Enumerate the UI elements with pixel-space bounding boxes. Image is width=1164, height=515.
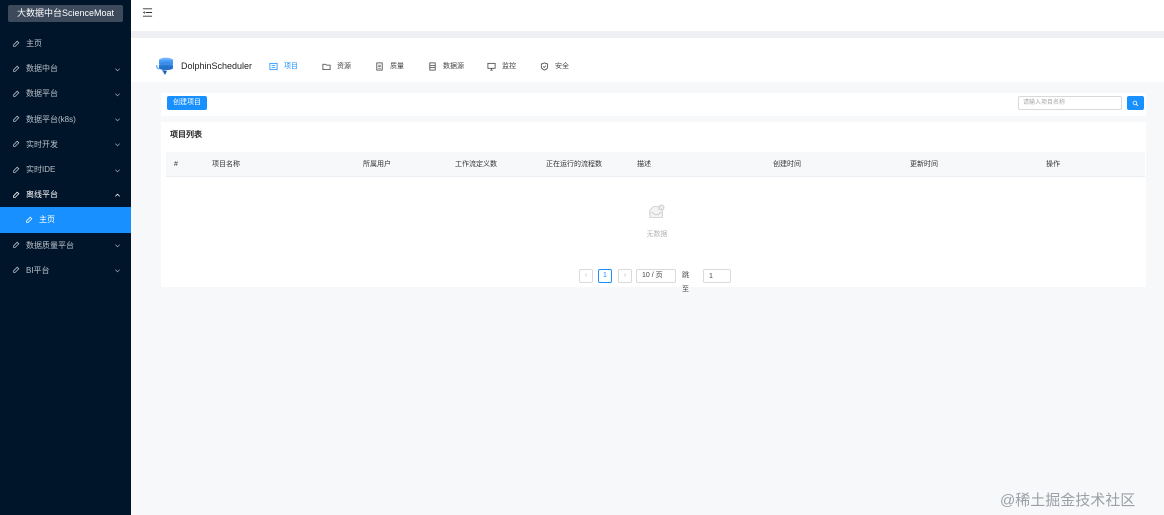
tab-label: 资源 — [337, 63, 351, 70]
link-icon — [12, 191, 20, 199]
chevron-down-icon — [115, 93, 120, 97]
sidebar-item-label: BI平台 — [26, 265, 50, 275]
tab-datasource[interactable]: 数据源 — [428, 60, 464, 72]
folder-icon — [322, 63, 331, 70]
chevron-down-icon — [115, 244, 120, 248]
main-content: DolphinScheduler 项目 资源 质量 数据源 监控 安全 创建项目 — [131, 38, 1164, 515]
link-icon — [12, 90, 20, 98]
chevron-up-icon — [115, 193, 120, 197]
column-header-create-time: 创建时间 — [773, 161, 801, 168]
project-list-panel: 项目列表 # 项目名称 所属用户 工作流定义数 正在运行的流程数 描述 创建时间… — [161, 122, 1146, 293]
chevron-down-icon — [115, 118, 120, 122]
sidebar-item-label: 数据平台 — [26, 89, 58, 99]
link-icon — [12, 65, 20, 73]
column-header-actions: 操作 — [1046, 161, 1060, 168]
sidebar-item-data-middle[interactable]: 数据中台 — [0, 56, 131, 81]
tab-label: 质量 — [390, 63, 404, 70]
link-icon — [25, 216, 33, 224]
top-divider — [131, 31, 1164, 38]
sidebar-item-label: 数据中台 — [26, 64, 58, 74]
brand-title: 大数据中台ScienceMoat — [8, 5, 123, 22]
jump-to-label: 跳至 — [682, 272, 689, 293]
dolphin-title: DolphinScheduler — [181, 61, 253, 71]
link-icon — [12, 140, 20, 148]
empty-data-icon — [649, 204, 665, 218]
chevron-down-icon — [115, 68, 120, 72]
search-icon — [1132, 100, 1139, 106]
sidebar-menu: 主页 数据中台 数据平台 数据平台(k8s) 实时开发 实时IDE 离线平台 主… — [0, 31, 131, 283]
search-button[interactable] — [1127, 96, 1144, 110]
monitor-icon — [487, 62, 496, 70]
tab-label: 监控 — [502, 63, 516, 70]
sidebar-item-label: 离线平台 — [26, 190, 58, 200]
menu-fold-icon[interactable] — [142, 7, 153, 18]
link-icon — [12, 241, 20, 249]
top-bar — [131, 0, 1164, 31]
column-header-workflow-count: 工作流定义数 — [455, 161, 497, 168]
page-number-button[interactable]: 1 — [598, 269, 612, 283]
sidebar-subitem-home[interactable]: 主页 — [0, 207, 131, 233]
empty-data-text: 无数据 — [646, 231, 668, 238]
column-header-index: # — [174, 161, 178, 168]
sidebar-item-label: 数据质量平台 — [26, 240, 74, 250]
watermark: @稀土掘金技术社区 — [1000, 492, 1136, 509]
dolphin-header: DolphinScheduler 项目 资源 质量 数据源 监控 安全 — [131, 38, 1164, 82]
sidebar-item-home[interactable]: 主页 — [0, 31, 131, 56]
sidebar-item-data-quality[interactable]: 数据质量平台 — [0, 233, 131, 258]
tab-quality[interactable]: 质量 — [375, 60, 404, 72]
sidebar-item-label: 实时IDE — [26, 165, 56, 175]
shield-icon — [540, 61, 549, 71]
toolbar-panel: 创建项目 — [161, 93, 1146, 116]
sidebar: 大数据中台ScienceMoat 主页 数据中台 数据平台 数据平台(k8s) … — [0, 0, 131, 515]
tab-security[interactable]: 安全 — [540, 60, 569, 72]
tab-label: 安全 — [555, 63, 569, 70]
sidebar-item-label: 实时开发 — [26, 139, 58, 149]
project-search-input[interactable] — [1018, 96, 1122, 110]
chevron-down-icon — [115, 143, 120, 147]
tab-monitor[interactable]: 监控 — [487, 60, 516, 72]
column-header-owner: 所属用户 — [363, 161, 391, 168]
column-header-update-time: 更新时间 — [910, 161, 938, 168]
column-header-running-count: 正在运行的流程数 — [546, 161, 602, 168]
page-size-select[interactable]: 10 / 页 — [636, 269, 676, 283]
chevron-down-icon — [115, 269, 120, 273]
dolphin-logo-icon — [156, 57, 173, 75]
document-icon — [376, 61, 383, 71]
sidebar-item-bi-platform[interactable]: BI平台 — [0, 258, 131, 283]
chevron-down-icon — [115, 168, 120, 172]
next-page-button[interactable]: › — [618, 269, 632, 283]
sidebar-item-data-platform-k8s[interactable]: 数据平台(k8s) — [0, 107, 131, 132]
sidebar-item-label: 主页 — [26, 39, 42, 49]
project-list-title: 项目列表 — [170, 130, 202, 139]
column-header-project-name: 项目名称 — [212, 161, 240, 168]
prev-page-button[interactable]: ‹ — [579, 269, 593, 283]
link-icon — [12, 115, 20, 123]
sidebar-item-offline-platform[interactable]: 离线平台 — [0, 182, 131, 207]
create-project-button[interactable]: 创建项目 — [167, 96, 207, 110]
tab-label: 数据源 — [443, 63, 464, 70]
tab-project[interactable]: 项目 — [269, 60, 298, 72]
column-header-description: 描述 — [637, 161, 651, 168]
jump-to-page-input[interactable] — [703, 269, 731, 283]
database-icon — [429, 61, 436, 71]
link-icon — [12, 40, 20, 48]
sidebar-item-realtime-dev[interactable]: 实时开发 — [0, 132, 131, 157]
sidebar-item-data-platform[interactable]: 数据平台 — [0, 81, 131, 106]
link-icon — [12, 166, 20, 174]
sidebar-item-label: 主页 — [39, 215, 55, 225]
project-icon — [269, 62, 278, 70]
tab-label: 项目 — [284, 63, 298, 70]
tab-resource[interactable]: 资源 — [322, 60, 351, 72]
sidebar-item-realtime-ide[interactable]: 实时IDE — [0, 157, 131, 182]
link-icon — [12, 266, 20, 274]
table-header: # 项目名称 所属用户 工作流定义数 正在运行的流程数 描述 创建时间 更新时间… — [166, 152, 1145, 177]
sidebar-item-label: 数据平台(k8s) — [26, 114, 76, 124]
